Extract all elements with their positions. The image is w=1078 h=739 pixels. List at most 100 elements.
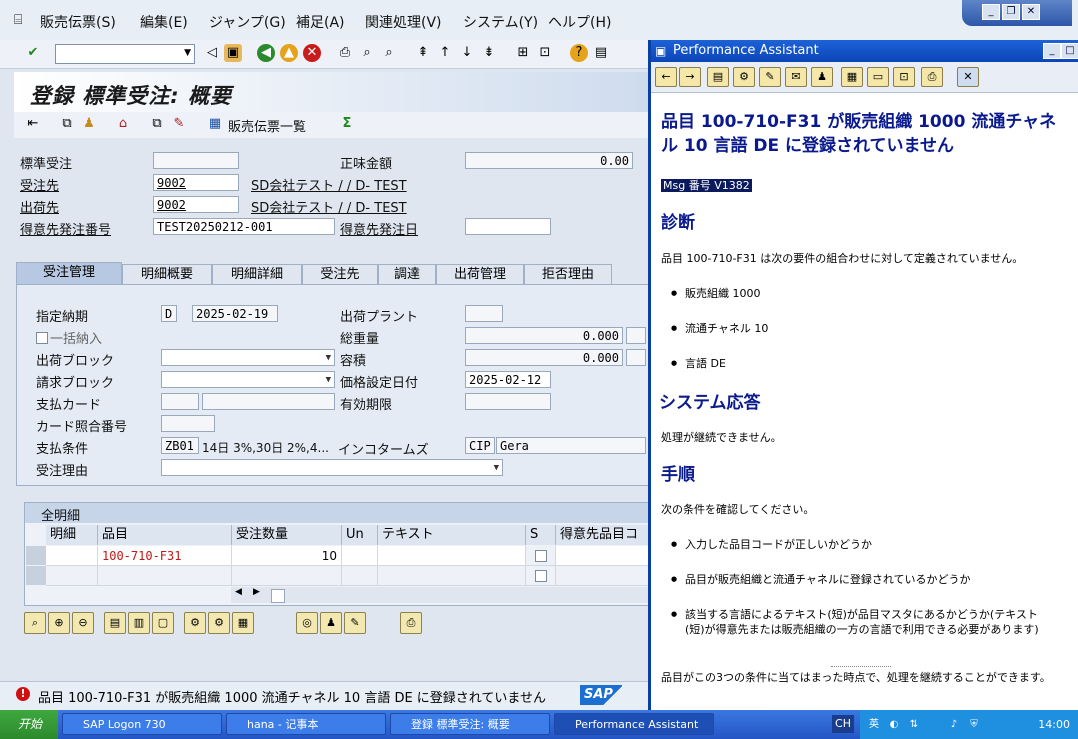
payment-terms-field[interactable]: ZB01	[161, 437, 199, 454]
next-page-icon[interactable]: ↓	[458, 44, 476, 62]
row-selector[interactable]	[26, 566, 46, 586]
billing-block-select[interactable]: ▼	[161, 371, 335, 388]
scroll-left-icon[interactable]: ◀	[235, 587, 242, 597]
sold-to-name[interactable]: SD会社テスト / / D- TEST	[251, 175, 407, 194]
language-indicator[interactable]: CH	[832, 715, 854, 733]
config-icon[interactable]: ⚙	[184, 612, 206, 634]
print-icon[interactable]: ⎙	[921, 67, 943, 87]
enter-icon[interactable]: ✔	[24, 44, 42, 62]
find-next-icon[interactable]: ⌕	[380, 44, 398, 62]
pricing-date-field[interactable]: 2025-02-12	[465, 371, 551, 388]
cancel-icon[interactable]: ✕	[303, 44, 321, 62]
valid-to-field[interactable]	[465, 393, 551, 410]
minimize-icon[interactable]: _	[982, 4, 1000, 20]
sales-doc-list-button[interactable]: 販売伝票一覧	[228, 116, 306, 135]
last-page-icon[interactable]: ⇟	[480, 44, 498, 62]
menu-system[interactable]: システム(Y)	[463, 12, 538, 32]
po-date-field[interactable]	[465, 218, 551, 235]
list-icon[interactable]: ▦	[841, 67, 863, 87]
column-header-s[interactable]: S	[526, 525, 556, 545]
menu-edit[interactable]: 編集(E)	[140, 12, 188, 32]
column-header-customer-material[interactable]: 得意先品目コ	[556, 525, 649, 545]
print-icon[interactable]: ⎙	[336, 44, 354, 62]
deselect-all-icon[interactable]: ▢	[152, 612, 174, 634]
menu-icon[interactable]: ⌸	[14, 12, 22, 28]
tab-reason-for-rejection[interactable]: 拒否理由	[524, 264, 612, 285]
task-performance-assistant[interactable]: Performance Assistant	[554, 713, 714, 735]
insert-row-icon[interactable]: ⊕	[48, 612, 70, 634]
order-reason-select[interactable]: ▼	[161, 459, 503, 476]
new-session-icon[interactable]: ⊞	[514, 44, 532, 62]
sub-items-icon[interactable]: ⚙	[208, 612, 230, 634]
po-number-field[interactable]: TEST20250212-001	[153, 218, 335, 235]
ime-mode-icon[interactable]: ◐	[886, 717, 902, 733]
menu-extras[interactable]: 補足(A)	[296, 12, 345, 32]
column-header-order-qty[interactable]: 受注数量	[232, 525, 342, 545]
network-icon[interactable]: ⇅	[906, 717, 922, 733]
display-doc-flow-icon[interactable]: ⇤	[24, 115, 42, 133]
close-icon[interactable]: ✕	[957, 67, 979, 87]
task-sap-order[interactable]: 登録 標準受注: 概要	[390, 713, 550, 735]
table-row-qty-cell[interactable]: 10	[232, 546, 342, 566]
table-row-unit-cell[interactable]	[342, 546, 378, 566]
table-row-material-cell[interactable]	[98, 566, 232, 586]
edit-icon[interactable]: ✎	[759, 67, 781, 87]
restore-icon[interactable]: ❐	[1002, 4, 1020, 20]
forward-icon[interactable]: →	[679, 67, 701, 87]
card-verif-field[interactable]	[161, 415, 215, 432]
previous-page-icon[interactable]: ↑	[436, 44, 454, 62]
start-button[interactable]: 开始	[0, 710, 58, 739]
clock[interactable]: 14:00	[1038, 710, 1070, 739]
bookmark-icon[interactable]: ▭	[867, 67, 889, 87]
payment-card-number-field[interactable]	[202, 393, 335, 410]
req-delivery-date-field[interactable]: 2025-02-19	[192, 305, 278, 322]
help-icon[interactable]: ?	[570, 44, 588, 62]
column-header-text[interactable]: テキスト	[378, 525, 526, 545]
save-icon[interactable]: ▣	[224, 44, 242, 62]
layout-menu-icon[interactable]: ▤	[592, 44, 610, 62]
select-all-icon[interactable]: ▤	[104, 612, 126, 634]
column-header-item[interactable]: 明細	[46, 525, 98, 545]
delivery-block-select[interactable]: ▼	[161, 349, 335, 366]
partner-icon[interactable]: ♟	[80, 115, 98, 133]
tab-item-detail[interactable]: 明細詳細	[212, 264, 302, 285]
preview-icon[interactable]: ⊡	[893, 67, 915, 87]
minimize-icon[interactable]: _	[1043, 43, 1061, 59]
status-message[interactable]: 品目 100-710-F31 が販売組織 1000 流通チャネル 10 言語 D…	[38, 687, 546, 706]
horizontal-scrollbar[interactable]: ◀ ▶	[231, 587, 649, 603]
tech-info-icon[interactable]: ⚙	[733, 67, 755, 87]
table-row-material-cell[interactable]: 100-710-F31	[98, 546, 232, 566]
ime-indicator[interactable]: 英	[866, 717, 882, 733]
column-header-material[interactable]: 品目	[98, 525, 232, 545]
incoterms-field[interactable]: CIP	[465, 437, 495, 454]
menu-help[interactable]: ヘルプ(H)	[548, 12, 611, 32]
req-delivery-type-field[interactable]: D	[161, 305, 177, 322]
copy-icon[interactable]: ⧉	[58, 115, 76, 133]
delivering-plant-field[interactable]	[465, 305, 503, 322]
order-number-field[interactable]	[153, 152, 239, 169]
select-block-icon[interactable]: ▥	[128, 612, 150, 634]
menu-environment[interactable]: 関連処理(V)	[365, 12, 442, 32]
security-icon[interactable]: ⛨	[966, 717, 982, 733]
row-selector[interactable]	[26, 546, 46, 566]
row-checkbox[interactable]	[535, 570, 547, 582]
payment-card-type-field[interactable]	[161, 393, 199, 410]
edit-icon[interactable]: ✎	[344, 612, 366, 634]
command-field[interactable]: ▼	[55, 44, 195, 64]
scroll-right-icon[interactable]: ▶	[253, 587, 260, 597]
change-icon[interactable]: ⧉	[148, 115, 166, 133]
back-icon[interactable]: ◀	[257, 44, 275, 62]
delete-row-icon[interactable]: ⊖	[72, 612, 94, 634]
ship-to-name[interactable]: SD会社テスト / / D- TEST	[251, 197, 407, 216]
volume-icon[interactable]: ♪	[946, 717, 962, 733]
notes-icon[interactable]: ✉	[785, 67, 807, 87]
collapse-icon[interactable]: ◁	[203, 44, 221, 62]
home-icon[interactable]: ⌂	[114, 115, 132, 133]
table-row-text-cell[interactable]	[378, 566, 526, 586]
scroll-thumb[interactable]	[271, 589, 285, 603]
book-icon[interactable]: ▤	[707, 67, 729, 87]
menu-goto[interactable]: ジャンプ(G)	[209, 12, 286, 32]
task-sap-logon[interactable]: SAP Logon 730	[62, 713, 222, 735]
first-page-icon[interactable]: ⇞	[414, 44, 432, 62]
tab-ordering-party[interactable]: 受注先	[302, 264, 378, 285]
